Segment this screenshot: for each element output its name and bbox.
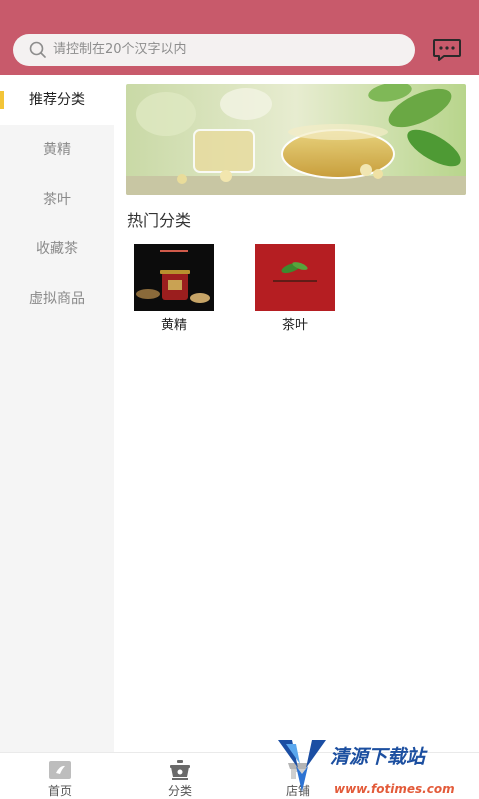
sidebar-item-label: 虚拟商品 — [29, 291, 85, 307]
search-icon — [29, 41, 46, 58]
watermark: 清源下载站 www.fotimes.com — [276, 738, 455, 799]
section-title: 热门分类 — [127, 211, 192, 230]
search-placeholder: 请控制在20个汉字以内 — [53, 42, 187, 57]
watermark-title: 清源下载站 — [330, 746, 426, 768]
sidebar-item-huangjing[interactable]: 黄精 — [0, 125, 114, 175]
sidebar-item-label: 收藏茶 — [36, 241, 78, 257]
message-icon[interactable] — [432, 38, 462, 62]
sidebar-item-label: 黄精 — [43, 142, 71, 158]
nav-label: 分类 — [167, 784, 192, 798]
category-label: 茶叶 — [281, 318, 308, 333]
category-icon — [170, 760, 190, 780]
tea-image — [255, 244, 335, 311]
sidebar-item-collectible-tea[interactable]: 收藏茶 — [0, 224, 114, 274]
sidebar-item-label: 茶叶 — [43, 192, 71, 208]
nav-home[interactable]: 首页 — [0, 753, 120, 799]
nav-category[interactable]: 分类 — [120, 753, 240, 799]
home-icon — [49, 761, 71, 779]
sidebar-item-virtual-goods[interactable]: 虚拟商品 — [0, 274, 114, 324]
sidebar-item-recommended[interactable]: 推荐分类 — [0, 75, 114, 125]
main-content: 热门分类 黄精 茶叶 — [114, 75, 479, 752]
category-sidebar: 推荐分类 黄精 茶叶 收藏茶 虚拟商品 — [0, 75, 114, 752]
active-indicator — [0, 91, 4, 109]
watermark-url: www.fotimes.com — [334, 782, 455, 796]
nav-label: 首页 — [47, 784, 72, 798]
huangjing-image — [134, 244, 214, 311]
banner-image[interactable] — [126, 84, 466, 195]
watermark-logo-icon — [278, 740, 326, 792]
search-input[interactable]: 请控制在20个汉字以内 — [13, 34, 415, 66]
category-label: 黄精 — [160, 318, 187, 333]
header: 请控制在20个汉字以内 — [0, 0, 479, 75]
sidebar-item-tea[interactable]: 茶叶 — [0, 175, 114, 225]
sidebar-item-label: 推荐分类 — [29, 92, 85, 108]
